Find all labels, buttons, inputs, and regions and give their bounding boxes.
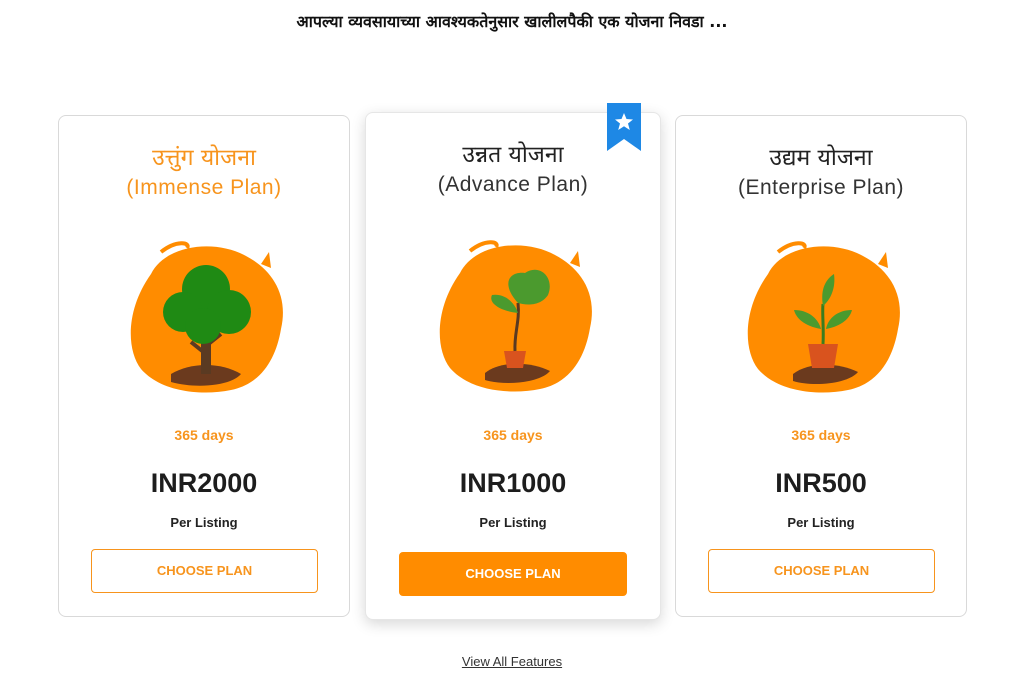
plan-duration: 365 days bbox=[174, 427, 234, 443]
choose-plan-button-immense[interactable]: CHOOSE PLAN bbox=[91, 549, 318, 593]
plan-price: INR1000 bbox=[459, 468, 567, 498]
view-all-features-container: View All Features bbox=[0, 654, 1024, 669]
seedling-pot-icon bbox=[747, 241, 900, 393]
choose-plan-button-enterprise[interactable]: CHOOSE PLAN bbox=[708, 549, 935, 593]
plan-duration: 365 days bbox=[483, 427, 543, 443]
plan-card-advance: उन्नत योजना (Advance Plan) 365 days INR1… bbox=[365, 112, 661, 620]
plan-price-unit: Per Listing bbox=[170, 515, 238, 530]
big-tree-icon bbox=[130, 241, 283, 393]
plan-name-marathi: उत्तुंग योजना bbox=[152, 145, 256, 171]
plan-price: INR2000 bbox=[150, 468, 258, 498]
choose-plan-button-advance[interactable]: CHOOSE PLAN bbox=[399, 552, 627, 596]
plan-name-english: (Enterprise Plan) bbox=[737, 176, 905, 199]
star-ribbon-icon bbox=[607, 103, 641, 151]
plan-duration: 365 days bbox=[791, 427, 851, 443]
plan-name-english: (Advance Plan) bbox=[437, 173, 589, 196]
plan-name-marathi: उद्यम योजना bbox=[769, 145, 873, 171]
plan-price-unit: Per Listing bbox=[479, 515, 547, 530]
sapling-icon bbox=[439, 240, 592, 392]
plan-price: INR500 bbox=[775, 468, 867, 498]
plan-card-immense: उत्तुंग योजना (Immense Plan) 365 days IN… bbox=[58, 115, 350, 617]
plan-card-enterprise: उद्यम योजना (Enterprise Plan) 365 days I… bbox=[675, 115, 967, 617]
page-heading: आपल्या व्यवसायाच्या आवश्यकतेनुसार खालीलप… bbox=[296, 12, 728, 31]
plan-price-unit: Per Listing bbox=[787, 515, 855, 530]
plan-name-english: (Immense Plan) bbox=[126, 176, 282, 199]
view-all-features-link[interactable]: View All Features bbox=[462, 654, 562, 669]
